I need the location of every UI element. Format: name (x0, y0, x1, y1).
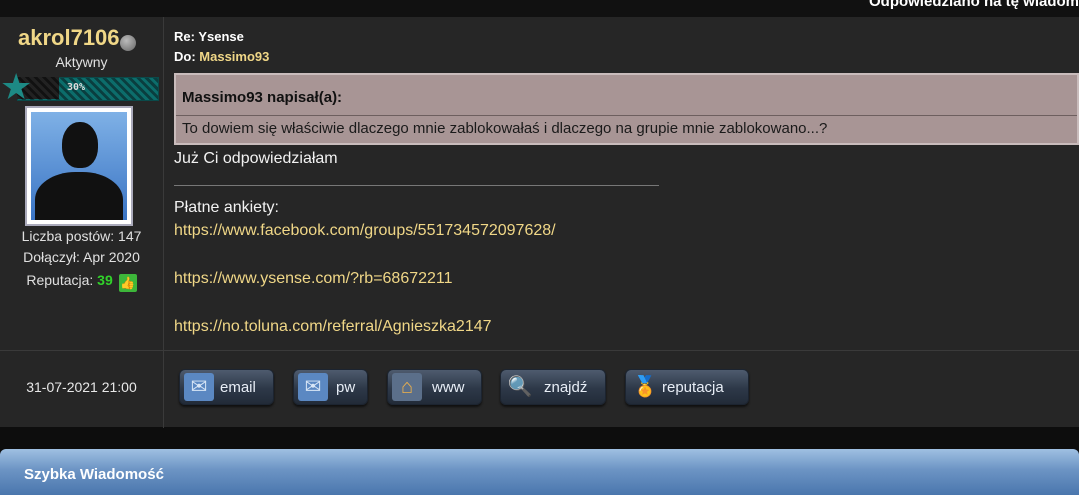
post: akrol7106 Aktywny ★ 30% Liczba postów: 1… (0, 17, 1079, 428)
magnifier-icon: 🔍 (507, 376, 533, 398)
default-avatar (31, 112, 127, 220)
message-recipient: Do: Massimo93 (174, 49, 269, 64)
quote-author: Massimo93 napisał(a): (182, 89, 343, 106)
recipient-name[interactable]: Massimo93 (199, 49, 269, 64)
pw-button[interactable]: ✉ pw (293, 369, 368, 405)
author-reputation: Reputacja: 39 👍 (0, 272, 163, 292)
message-subject: Re: Ysense (174, 29, 244, 44)
footer-divider (163, 351, 164, 428)
medal-icon: 🏅 (632, 376, 658, 398)
avatar[interactable] (25, 106, 133, 226)
www-button-label: www (432, 379, 465, 396)
reputation-label: Reputacja: (26, 272, 98, 288)
post-footer: 31-07-2021 21:00 ✉ email ✉ pw ⌂ www 🔍 zn… (0, 350, 1079, 428)
envelope-icon: ✉ (184, 373, 214, 401)
www-button[interactable]: ⌂ www (387, 369, 482, 405)
signature-link-ysense[interactable]: https://www.ysense.com/?rb=68672211 (174, 270, 453, 288)
thumbs-up-icon[interactable]: 👍 (118, 274, 137, 292)
quick-reply-bar[interactable]: Szybka Wiadomość (0, 449, 1079, 495)
avatar-head (62, 122, 98, 168)
signature-title: Płatne ankiety: (174, 199, 279, 216)
message-panel: Re: Ysense Do: Massimo93 Massimo93 napis… (164, 17, 1079, 350)
signature-divider (174, 185, 659, 186)
signature-link-facebook[interactable]: https://www.facebook.com/groups/55173457… (174, 222, 556, 240)
author-posts: Liczba postów: 147 (21, 228, 142, 244)
recipient-label: Do: (174, 49, 200, 64)
quote-block: Massimo93 napisał(a): To dowiem się właś… (174, 73, 1079, 145)
reputation-button[interactable]: 🏅 reputacja (625, 369, 749, 405)
signature-link-toluna[interactable]: https://no.toluna.com/referral/Agnieszka… (174, 318, 492, 336)
rank-progress-label: 30% (67, 82, 86, 93)
offline-status-icon (120, 35, 136, 51)
envelope-icon: ✉ (298, 373, 328, 401)
replied-notice: Odpowiedziano na tę wiadom (868, 0, 1079, 10)
find-button[interactable]: 🔍 znajdź (500, 369, 606, 405)
author-panel: akrol7106 Aktywny ★ 30% Liczba postów: 1… (0, 17, 164, 350)
reputation-button-label: reputacja (662, 379, 724, 396)
quote-text: To dowiem się właściwie dlaczego mnie za… (182, 120, 828, 137)
email-button[interactable]: ✉ email (179, 369, 274, 405)
star-icon: ★ (0, 66, 33, 107)
username-row: akrol7106 (0, 25, 163, 51)
rank-progress-bar: ★ 30% (0, 69, 159, 105)
find-button-label: znajdź (544, 379, 588, 396)
top-bar: Odpowiedziano na tę wiadom (0, 0, 1079, 18)
author-username[interactable]: akrol7106 (18, 25, 120, 51)
message-body: Już Ci odpowiedziałam (174, 150, 338, 167)
email-button-label: email (220, 379, 256, 396)
avatar-body (35, 172, 123, 220)
post-date: 31-07-2021 21:00 (26, 379, 137, 395)
quote-header: Massimo93 napisał(a): (176, 75, 1077, 116)
house-icon: ⌂ (392, 373, 422, 401)
reputation-value: 39 (97, 272, 113, 288)
quick-reply-title: Szybka Wiadomość (24, 466, 164, 483)
pw-button-label: pw (336, 379, 356, 396)
author-joined: Dołączył: Apr 2020 (23, 249, 140, 265)
